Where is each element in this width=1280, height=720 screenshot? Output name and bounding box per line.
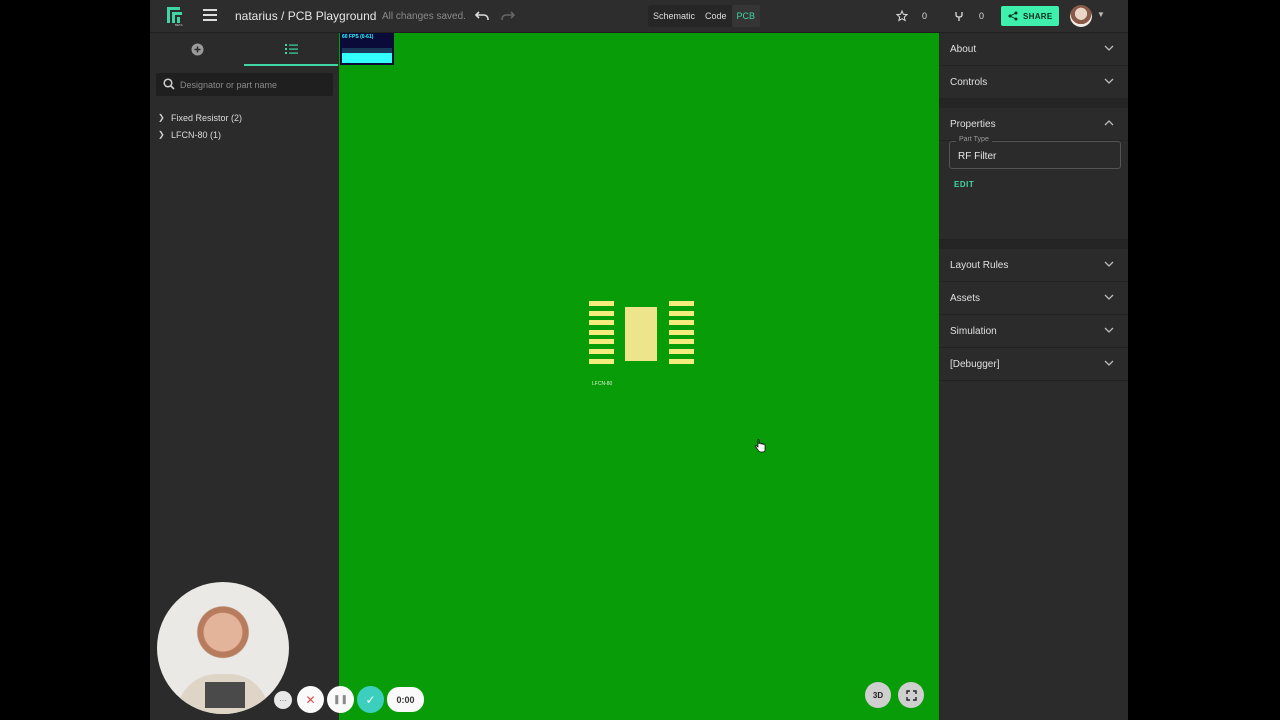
search-box [156,73,333,96]
section-label: Controls [950,76,988,88]
star-count: 0 [922,11,928,21]
fork-icon [955,12,963,21]
tree-item-fixed-resistor[interactable]: ❯ Fixed Resistor (2) [158,109,242,126]
right-pad[interactable] [669,320,694,326]
recorder-cancel-button[interactable]: ✕ [297,686,324,713]
section-assets[interactable]: Assets [939,282,1128,315]
properties-body: Part Type RF Filter EDIT [939,136,1128,240]
chevron-right-icon[interactable]: ❯ [158,113,171,122]
section-label: Layout Rules [950,259,1009,271]
tree-item-label: Fixed Resistor (2) [171,112,243,123]
hand-cursor-icon [754,439,766,453]
chevron-down-icon[interactable] [1104,43,1114,53]
right-pad[interactable] [669,358,694,364]
left-pad[interactable] [589,358,614,364]
chevron-down-icon[interactable] [1104,76,1114,86]
part-type-value: RF Filter [958,151,997,162]
section-label: Assets [950,292,981,304]
section-divider [939,99,1128,108]
share-label: SHARE [1023,11,1053,21]
search-icon [163,78,175,90]
fullscreen-button[interactable] [898,682,924,708]
chevron-down-icon[interactable] [1104,358,1114,368]
caret-down-icon[interactable]: ▼ [1097,10,1105,19]
list-icon [284,44,298,54]
right-panel: About Controls Properties Part Type RF F… [939,33,1128,720]
left-pad[interactable] [589,329,614,335]
left-pad[interactable] [589,320,614,326]
user-avatar[interactable] [1070,5,1092,27]
app-window: BETA natarius / PCB Playground All chang… [150,0,1128,720]
section-about[interactable]: About [939,33,1128,66]
undo-icon[interactable] [474,9,490,23]
chevron-down-icon[interactable] [1104,259,1114,269]
left-pad[interactable] [589,301,614,306]
hamburger-menu-icon[interactable] [203,9,217,23]
tab-schematic[interactable]: Schematic [648,5,700,27]
redo-icon[interactable] [500,9,516,23]
tree-item-label: LFCN-80 (1) [171,129,222,140]
section-debugger[interactable]: [Debugger] [939,348,1128,381]
tab-add[interactable] [150,33,244,66]
section-controls[interactable]: Controls [939,66,1128,99]
left-pad[interactable] [589,349,614,354]
section-label: [Debugger] [950,358,1000,370]
svg-text:BETA: BETA [175,23,183,27]
center-pad[interactable] [625,307,657,361]
tree-item-lfcn-80[interactable]: ❯ LFCN-80 (1) [158,126,242,143]
save-status: All changes saved. [382,11,466,22]
star-icon [896,10,908,22]
share-button[interactable]: SHARE [1001,6,1059,26]
right-pad[interactable] [669,329,694,335]
right-pad[interactable] [669,339,694,345]
recorder-timer: 0:00 [387,687,424,712]
left-pad[interactable] [589,310,614,316]
tab-code[interactable]: Code [700,5,732,27]
3d-view-button[interactable]: 3D [865,682,891,708]
top-bar: BETA natarius / PCB Playground All chang… [150,0,1128,33]
section-label: About [950,43,977,55]
section-divider [939,240,1128,249]
right-pad[interactable] [669,310,694,316]
lfcn-80-footprint[interactable] [589,301,695,369]
right-pad[interactable] [669,301,694,306]
section-label: Properties [950,118,996,130]
component-tree: ❯ Fixed Resistor (2) ❯ LFCN-80 (1) [158,109,242,143]
pcb-canvas[interactable]: 60 FPS (0-61) LFCN-80 3D [339,33,939,720]
tab-list[interactable] [244,33,338,66]
tab-pcb[interactable]: PCB [731,5,761,27]
part-type-label: Part Type [956,136,992,143]
project-title[interactable]: natarius / PCB Playground [235,9,376,23]
edit-button[interactable]: EDIT [954,180,974,189]
recorder-more-button[interactable]: ··· [274,691,292,709]
recorder-pause-button[interactable]: ❚❚ [327,686,354,713]
fork-button[interactable]: 0 [947,6,989,26]
view-tabs: Schematic Code PCB [648,5,761,27]
section-layout-rules[interactable]: Layout Rules [939,249,1128,282]
fullscreen-icon [905,689,917,701]
fps-graph [342,48,392,63]
recorder-done-button[interactable]: ✓ [357,686,384,713]
tscircuit-logo-icon[interactable]: BETA [166,6,186,27]
fps-meter: 60 FPS (0-61) [340,33,394,65]
chevron-right-icon[interactable]: ❯ [158,130,171,139]
fps-label: 60 FPS (0-61) [342,34,374,40]
chevron-down-icon[interactable] [1104,292,1114,302]
chevron-up-icon[interactable] [1104,118,1114,128]
webcam-bubble [157,582,289,714]
component-label: LFCN-80 [592,381,613,387]
part-type-field[interactable]: Part Type RF Filter [949,136,1121,169]
chevron-down-icon[interactable] [1104,325,1114,335]
share-icon [1008,11,1018,21]
left-pad[interactable] [589,339,614,345]
star-button[interactable]: 0 [890,6,932,26]
section-label: Simulation [950,325,997,337]
fork-count: 0 [979,11,985,21]
search-input[interactable] [180,73,330,96]
right-pad[interactable] [669,349,694,354]
add-circle-icon [191,43,203,56]
section-simulation[interactable]: Simulation [939,315,1128,348]
